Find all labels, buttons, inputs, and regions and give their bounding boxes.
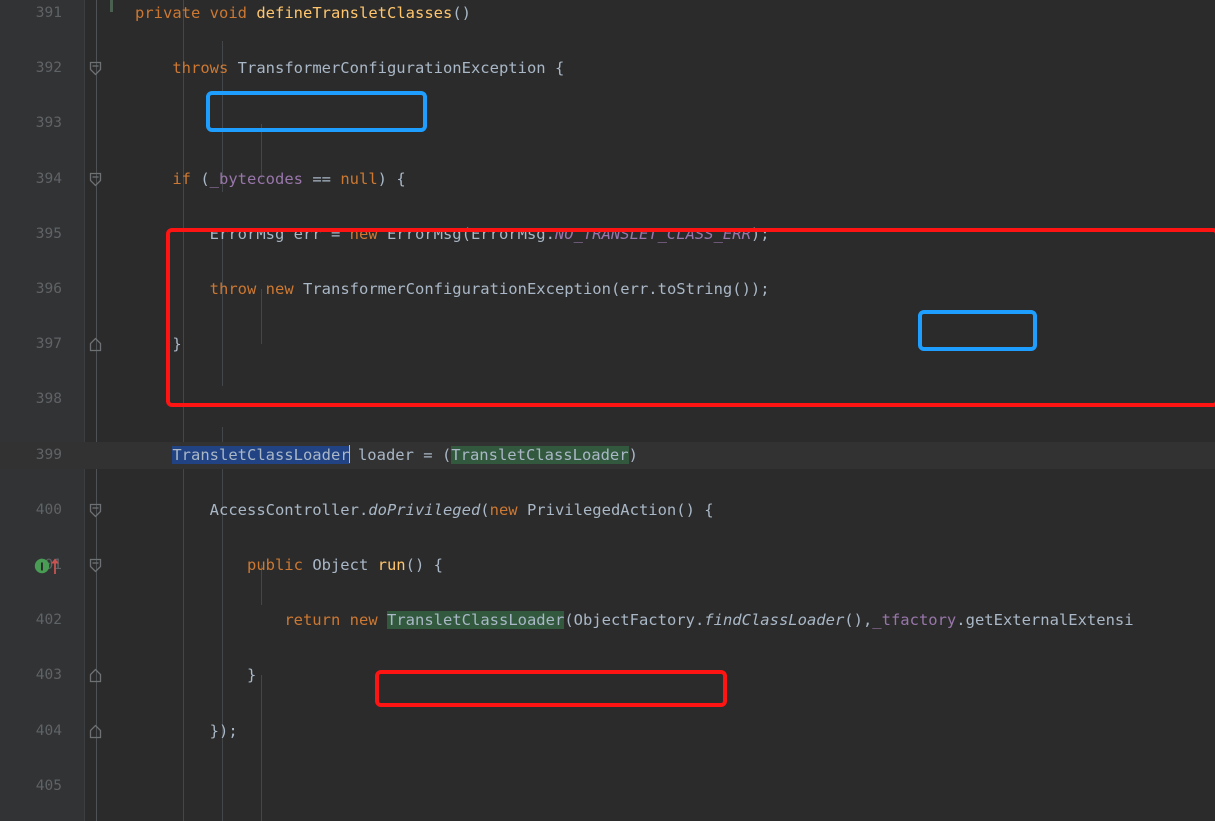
code-text[interactable]: } (135, 662, 256, 690)
code-editor[interactable]: 391 private void defineTransletClasses() 3… (0, 0, 1215, 821)
code-line[interactable]: 399 TransletClassLoader loader = (Transl… (0, 441, 1215, 470)
code-line[interactable]: 402 return new TransletClassLoader(Objec… (0, 607, 1215, 635)
code-line[interactable]: 392 throws TransformerConfigurationExcep… (0, 55, 1215, 83)
svg-text:I: I (40, 561, 44, 573)
code-line[interactable]: 391 private void defineTransletClasses() (0, 0, 1215, 28)
code-line[interactable]: 400 AccessController.doPrivileged(new Pr… (0, 497, 1215, 525)
code-line[interactable]: 396 throw new TransformerConfigurationEx… (0, 276, 1215, 304)
code-text[interactable]: return new TransletClassLoader(ObjectFac… (135, 607, 1134, 635)
line-number[interactable]: 402 (0, 607, 62, 635)
line-number[interactable]: 396 (0, 276, 62, 304)
code-line[interactable]: 398 (0, 386, 1215, 414)
line-number[interactable]: 398 (0, 386, 62, 414)
line-number[interactable]: 405 (0, 773, 62, 801)
fold-collapse-icon[interactable] (89, 558, 105, 574)
line-number[interactable]: 391 (0, 0, 62, 28)
line-number[interactable]: 403 (0, 662, 62, 690)
fold-collapse-icon[interactable] (89, 61, 105, 77)
code-line[interactable]: 405 (0, 773, 1215, 801)
code-text[interactable]: public Object run() { (135, 552, 443, 580)
code-text[interactable]: private void defineTransletClasses() (135, 0, 471, 28)
line-number[interactable]: 400 (0, 497, 62, 525)
line-number[interactable]: 393 (0, 110, 62, 138)
fold-end-icon[interactable] (89, 668, 105, 684)
line-number[interactable]: 394 (0, 166, 62, 194)
fold-collapse-icon[interactable] (89, 172, 105, 188)
line-number[interactable]: 392 (0, 55, 62, 83)
fold-end-icon[interactable] (89, 337, 105, 353)
line-number[interactable]: 397 (0, 331, 62, 359)
fold-collapse-icon[interactable] (89, 503, 105, 519)
implementation-marker-icon[interactable]: I (34, 557, 62, 585)
line-number[interactable]: 395 (0, 221, 62, 249)
code-text[interactable]: } (135, 331, 181, 359)
code-line[interactable]: 393 (0, 110, 1215, 138)
code-line[interactable]: 394 if (_bytecodes == null) { (0, 166, 1215, 194)
line-number[interactable]: 404 (0, 718, 62, 746)
code-text[interactable]: TransletClassLoader loader = (TransletCl… (135, 442, 638, 470)
code-line[interactable]: 395 ErrorMsg err = new ErrorMsg(ErrorMsg… (0, 221, 1215, 249)
code-text[interactable]: throws TransformerConfigurationException… (135, 55, 564, 83)
code-text[interactable]: ErrorMsg err = new ErrorMsg(ErrorMsg.NO_… (135, 221, 770, 249)
code-text[interactable]: }); (135, 718, 238, 746)
code-line[interactable]: 404 }); (0, 718, 1215, 746)
fold-end-icon[interactable] (89, 724, 105, 740)
code-line[interactable]: 403 } (0, 662, 1215, 690)
code-text[interactable]: if (_bytecodes == null) { (135, 166, 405, 194)
code-text[interactable]: throw new TransformerConfigurationExcept… (135, 276, 770, 304)
code-line[interactable]: 401I public Object run() { (0, 552, 1215, 580)
code-text[interactable]: AccessController.doPrivileged(new Privil… (135, 497, 714, 525)
code-line[interactable]: 397 } (0, 331, 1215, 359)
code-rows[interactable]: 391 private void defineTransletClasses() 3… (0, 0, 1215, 821)
line-number[interactable]: 399 (0, 442, 62, 470)
